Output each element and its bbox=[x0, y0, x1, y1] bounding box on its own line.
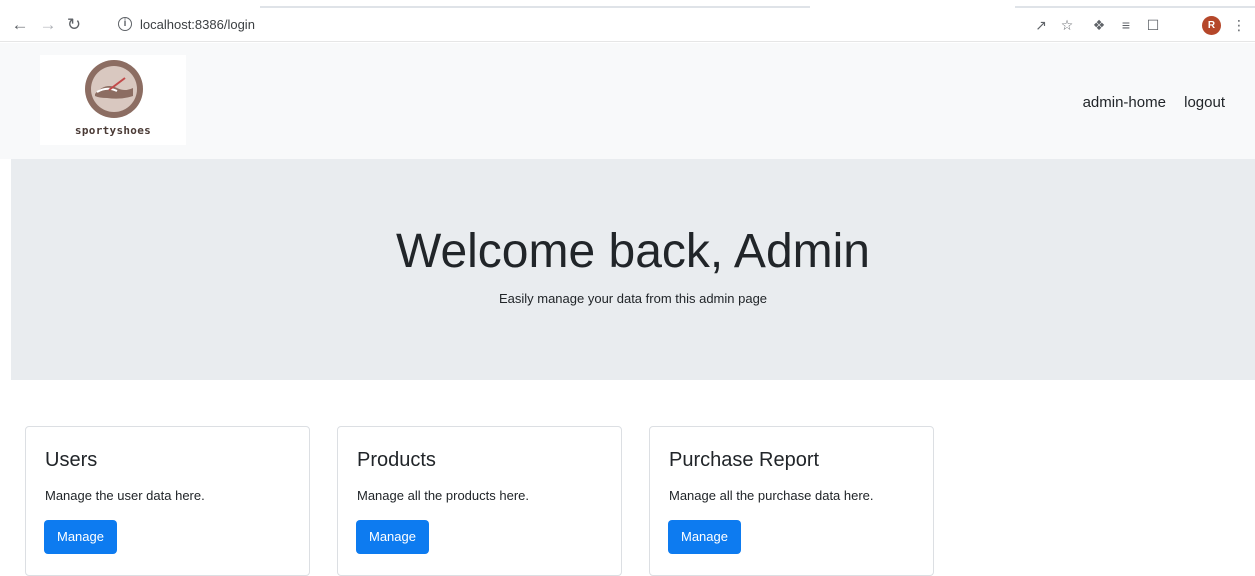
reading-list-icon[interactable]: ≡ bbox=[1117, 16, 1135, 34]
logo-text: sportyshoes bbox=[74, 124, 152, 137]
reload-icon[interactable]: ↻ bbox=[64, 14, 84, 36]
extensions-puzzle-icon[interactable]: ❖ bbox=[1090, 16, 1108, 34]
manage-users-button[interactable]: Manage bbox=[44, 520, 117, 554]
side-panel-icon[interactable]: ☐ bbox=[1144, 16, 1162, 34]
card-products: Products Manage all the products here. M… bbox=[337, 426, 622, 576]
card-title: Products bbox=[357, 449, 436, 471]
card-text: Manage all the purchase data here. bbox=[669, 488, 874, 503]
browser-toolbar: ← → ↻ i localhost:8386/login ↗ ☆ ❖ ≡ ☐ R… bbox=[0, 8, 1255, 42]
info-icon[interactable]: i bbox=[118, 17, 132, 31]
hero-title: Welcome back, Admin bbox=[396, 225, 870, 278]
shoe-icon bbox=[95, 77, 133, 99]
card-purchase-report: Purchase Report Manage all the purchase … bbox=[649, 426, 934, 576]
nav-link-logout[interactable]: logout bbox=[1184, 94, 1225, 111]
hero-subtitle: Easily manage your data from this admin … bbox=[498, 291, 768, 306]
share-icon[interactable]: ↗ bbox=[1032, 16, 1050, 34]
url-text[interactable]: localhost:8386/login bbox=[140, 17, 255, 32]
card-users: Users Manage the user data here. Manage bbox=[25, 426, 310, 576]
top-nav: admin-home logout bbox=[1069, 94, 1225, 111]
nav-link-admin-home[interactable]: admin-home bbox=[1083, 94, 1166, 111]
card-title: Users bbox=[45, 449, 98, 471]
hero-banner: Welcome back, Admin Easily manage your d… bbox=[11, 159, 1255, 380]
site-logo[interactable]: sportyshoes bbox=[40, 55, 186, 145]
address-bar[interactable]: i localhost:8386/login bbox=[110, 11, 1010, 39]
logo-emblem-icon bbox=[85, 60, 143, 118]
manage-purchase-report-button[interactable]: Manage bbox=[668, 520, 741, 554]
tab-strip bbox=[0, 0, 1255, 8]
card-title: Purchase Report bbox=[669, 449, 820, 471]
kebab-menu-icon[interactable]: ⋮ bbox=[1230, 16, 1248, 34]
card-text: Manage all the products here. bbox=[357, 488, 529, 503]
site-header: sportyshoes admin-home logout bbox=[0, 43, 1255, 159]
bookmark-star-icon[interactable]: ☆ bbox=[1058, 16, 1076, 34]
manage-products-button[interactable]: Manage bbox=[356, 520, 429, 554]
card-text: Manage the user data here. bbox=[45, 488, 205, 503]
back-arrow-icon[interactable]: ← bbox=[10, 14, 30, 36]
profile-avatar[interactable]: R bbox=[1202, 16, 1221, 35]
forward-arrow-icon[interactable]: → bbox=[38, 14, 58, 36]
